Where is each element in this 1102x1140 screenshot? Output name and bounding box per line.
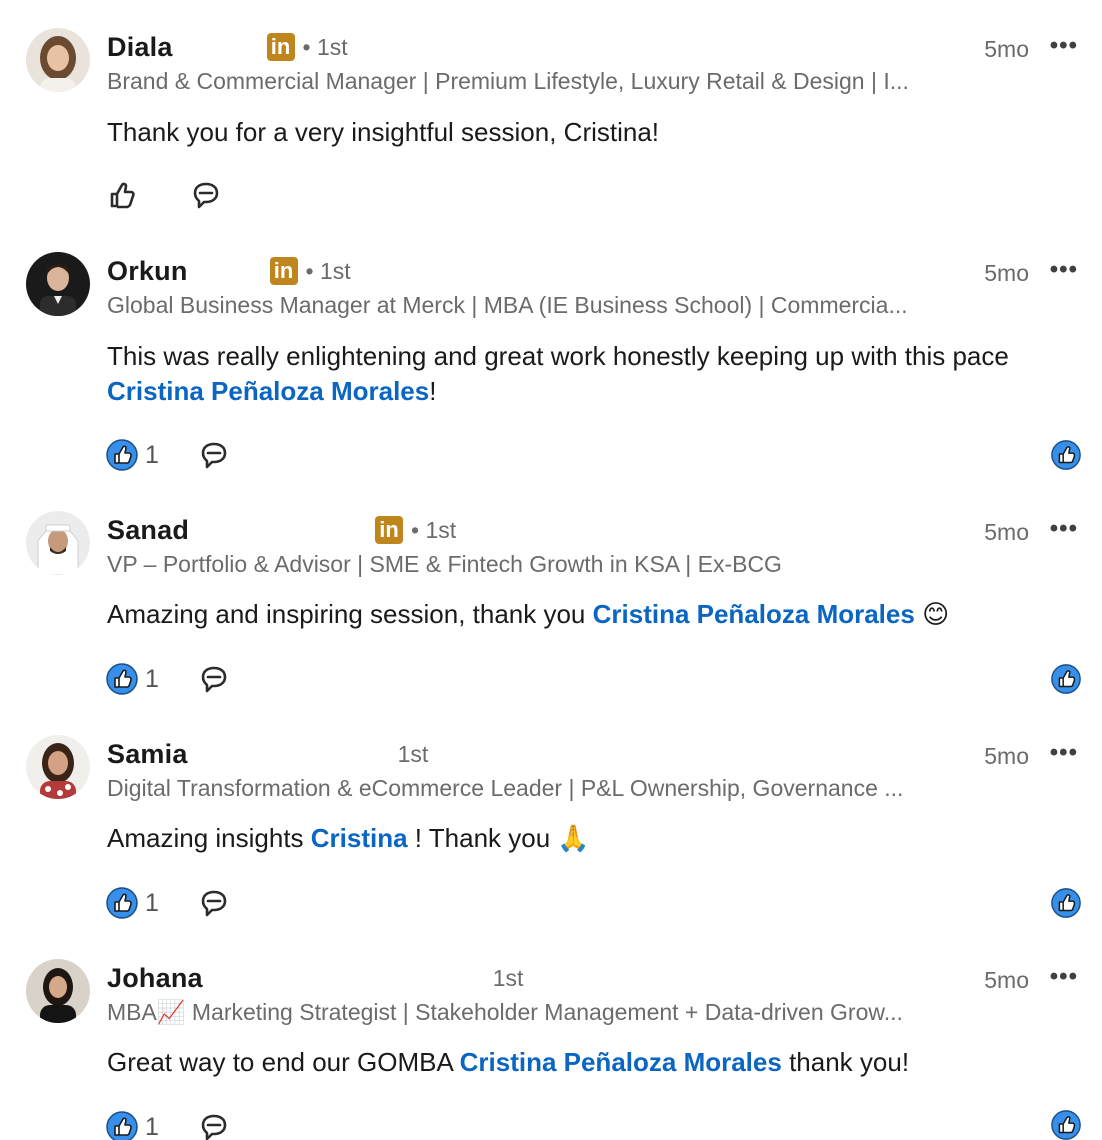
more-options-icon[interactable]: •••: [1050, 515, 1078, 543]
comment-time: 5mo: [984, 519, 1029, 545]
reaction-summary-icon[interactable]: [1050, 439, 1082, 471]
reaction-summary-icon[interactable]: [1050, 887, 1082, 919]
commenter-name[interactable]: Johana: [107, 963, 203, 994]
avatar[interactable]: [26, 959, 90, 1023]
mention-link[interactable]: Cristina Peñaloza Morales: [460, 1047, 782, 1077]
commenter-headline: VP – Portfolio & Advisor | SME & Fintech…: [107, 551, 782, 577]
commenter-name[interactable]: Sanad: [107, 515, 189, 546]
connection-degree: • 1st: [302, 33, 348, 60]
comment-text: Amazing insights Cristina ! Thank you 🙏: [107, 821, 1057, 856]
comment-actions: 1: [105, 438, 231, 472]
mention-link[interactable]: Cristina Peñaloza Morales: [593, 599, 915, 629]
reply-icon[interactable]: [197, 1110, 231, 1140]
commenter-name[interactable]: Orkun: [107, 256, 188, 287]
comment-actions: 1: [105, 1110, 231, 1140]
comment-text: Great way to end our GOMBA Cristina Peña…: [107, 1045, 1057, 1080]
like-filled-icon[interactable]: [105, 886, 139, 920]
more-options-icon[interactable]: •••: [1050, 32, 1078, 60]
connection-degree: 1st: [492, 964, 524, 991]
redaction: [172, 32, 263, 62]
commenter-headline: Brand & Commercial Manager | Premium Lif…: [107, 68, 909, 94]
comment-time: 5mo: [984, 743, 1029, 769]
linkedin-premium-icon: in: [266, 33, 295, 61]
comment-text-post: !: [429, 376, 437, 406]
redaction: [202, 963, 485, 993]
commenter-headline: Global Business Manager at Merck | MBA (…: [107, 292, 908, 318]
comment-text: Amazing and inspiring session, thank you…: [107, 597, 1057, 632]
reaction-summary-icon[interactable]: [1050, 1109, 1082, 1140]
connection-degree: • 1st: [411, 516, 457, 543]
comment-text: This was really enlightening and great w…: [107, 339, 1057, 409]
avatar[interactable]: [26, 28, 90, 92]
commenter-headline: MBA📈 Marketing Strategist | Stakeholder …: [107, 999, 903, 1025]
comment-text: Thank you for a very insightful session,…: [107, 115, 1057, 150]
comment-text-post: ! Thank you 🙏: [407, 823, 590, 853]
like-count[interactable]: 1: [145, 441, 185, 470]
comment-text-pre: Amazing insights: [107, 823, 311, 853]
comment-text-pre: Thank you for a very insightful session,…: [107, 117, 660, 147]
comment-time: 5mo: [984, 36, 1029, 62]
commenter-headline: Digital Transformation & eCommerce Leade…: [107, 775, 904, 801]
linkedin-premium-icon: in: [269, 257, 298, 285]
comment-actions: 1: [105, 886, 231, 920]
more-options-icon[interactable]: •••: [1050, 256, 1078, 284]
avatar[interactable]: [26, 252, 90, 316]
reply-icon[interactable]: [197, 438, 231, 472]
more-options-icon[interactable]: •••: [1050, 963, 1078, 991]
more-options-icon[interactable]: •••: [1050, 739, 1078, 767]
avatar[interactable]: [26, 735, 90, 799]
commenter-name[interactable]: Samia: [107, 739, 188, 770]
comment-text-pre: Great way to end our GOMBA: [107, 1047, 460, 1077]
comment-text-pre: This was really enlightening and great w…: [107, 341, 1009, 371]
reply-icon[interactable]: [197, 886, 231, 920]
redaction: [187, 739, 390, 769]
reply-icon[interactable]: [189, 178, 223, 212]
comment-text-pre: Amazing and inspiring session, thank you: [107, 599, 593, 629]
mention-link[interactable]: Cristina: [311, 823, 408, 853]
like-count[interactable]: 1: [145, 665, 185, 694]
reply-icon[interactable]: [197, 662, 231, 696]
like-filled-icon[interactable]: [105, 438, 139, 472]
like-outline-icon[interactable]: [105, 178, 139, 212]
like-count[interactable]: 1: [145, 1113, 185, 1140]
like-filled-icon[interactable]: [105, 1110, 139, 1140]
linkedin-premium-icon: in: [375, 516, 404, 544]
connection-degree: 1st: [397, 740, 429, 767]
connection-degree: • 1st: [305, 257, 351, 284]
reaction-summary-icon[interactable]: [1050, 663, 1082, 695]
comment-time: 5mo: [984, 967, 1029, 993]
avatar[interactable]: [26, 511, 90, 575]
comment-text-post: thank you!: [781, 1047, 910, 1077]
redaction: [187, 256, 266, 286]
comment-time: 5mo: [984, 260, 1029, 286]
mention-link[interactable]: Cristina Peñaloza Morales: [107, 376, 429, 406]
like-count[interactable]: 1: [145, 889, 185, 918]
redaction: [189, 515, 372, 545]
comment-text-post: 😊: [914, 599, 950, 629]
comment-actions: 1: [105, 662, 231, 696]
comment-actions: [105, 178, 223, 212]
commenter-name[interactable]: Diala: [107, 32, 173, 63]
like-filled-icon[interactable]: [105, 662, 139, 696]
